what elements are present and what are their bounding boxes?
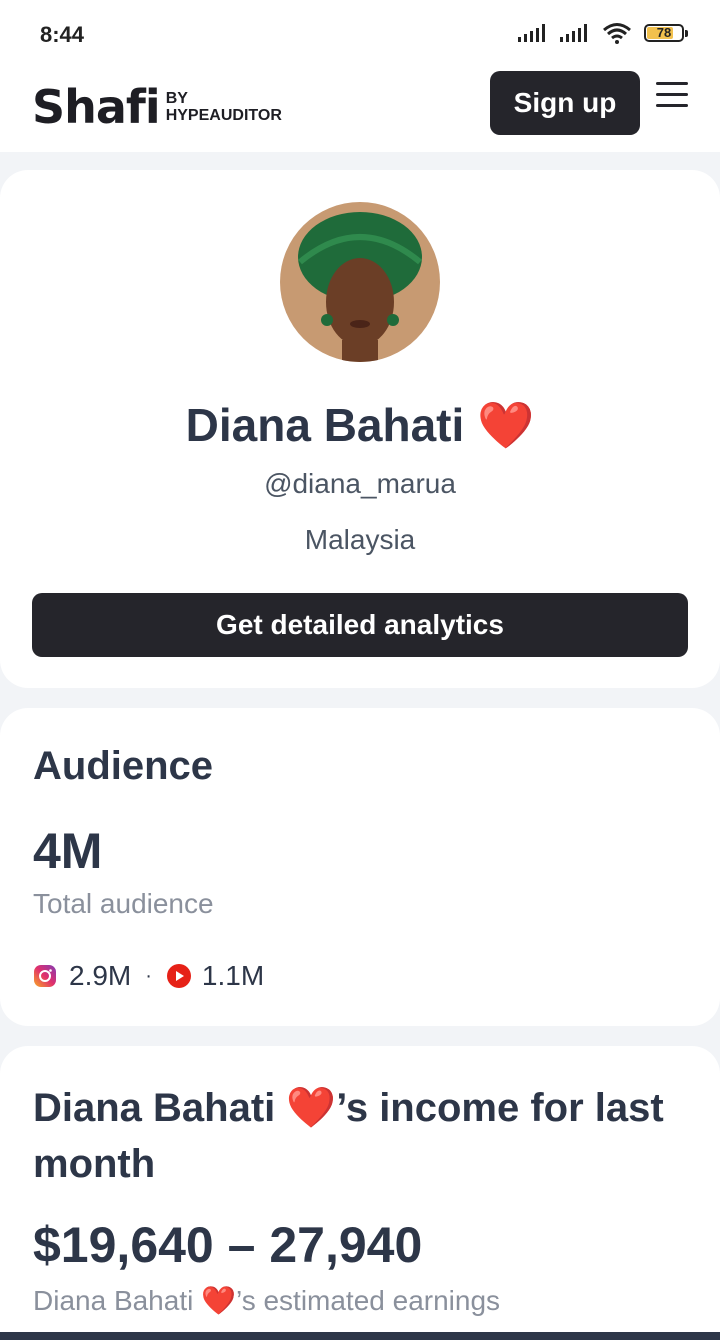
audience-card: Audience 4M Total audience 2.9M · 1.1M [0,708,720,1026]
status-bar: 8:44 78 [0,0,720,62]
logo-text: Shafi [32,80,161,134]
bottom-bar [0,1332,720,1340]
youtube-icon [166,964,191,988]
income-caption: Diana Bahati ❤️’s estimated earnings [33,1285,501,1316]
total-audience-label: Total audience [33,888,214,919]
profile-handle: @diana_marua [264,468,456,499]
profile-name: Diana Bahati ❤️ [185,399,535,451]
avatar [280,202,440,362]
app-header: Shafi BY HYPEAUDITOR Sign up [0,62,720,152]
battery-level: 78 [656,25,672,40]
sign-up-button[interactable]: Sign up [490,71,640,135]
wifi-icon [603,23,631,44]
logo-by: BY [165,90,188,107]
audience-title: Audience [33,744,214,788]
income-range: $19,640 – 27,940 [33,1217,423,1273]
income-card: Diana Bahati ❤️’s income for last month … [0,1046,720,1340]
total-audience-value: 4M [33,823,103,879]
instagram-audience: 2.9M [69,960,132,991]
separator-dot: · [145,964,152,987]
signal-icon [560,24,587,42]
battery-icon: 78 [644,24,688,42]
status-icons: 78 [518,22,688,44]
get-detailed-analytics-button[interactable]: Get detailed analytics [32,593,688,657]
status-time: 8:44 [40,22,85,47]
youtube-audience: 1.1M [201,960,265,991]
logo-sub: HYPEAUDITOR [165,107,282,124]
income-title: Diana Bahati ❤️’s income for last month [33,1086,664,1186]
instagram-icon [34,965,56,987]
logo-byline: BY HYPEAUDITOR [166,90,282,124]
profile-card: Diana Bahati ❤️ @diana_marua Malaysia Ge… [0,170,720,688]
signal-icon [518,24,545,42]
shafi-logo[interactable]: Shafi BY HYPEAUDITOR [32,80,282,134]
profile-country: Malaysia [304,524,416,555]
platform-breakdown: 2.9M · 1.1M [33,960,264,992]
hamburger-menu-icon[interactable] [656,82,688,110]
